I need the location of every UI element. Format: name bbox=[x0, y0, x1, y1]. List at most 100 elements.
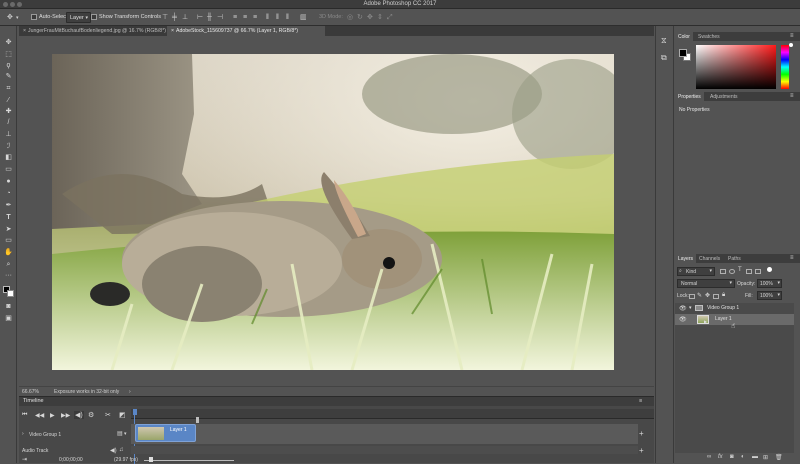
film-icon[interactable]: ▤ bbox=[117, 430, 123, 437]
path-select-tool-icon[interactable]: ➤ bbox=[3, 225, 14, 234]
align-hcenter-icon[interactable]: ╫ bbox=[207, 14, 212, 21]
layer-row-video-group[interactable]: 👁︎ ▾ Video Group 1 bbox=[675, 303, 793, 314]
transition-icon[interactable]: ◩ bbox=[119, 411, 126, 419]
next-frame-icon[interactable]: ▶▶ bbox=[61, 412, 70, 419]
audio-icon[interactable]: ◀) bbox=[74, 411, 84, 419]
foreground-color-chip[interactable] bbox=[679, 49, 687, 57]
add-media-icon[interactable]: + bbox=[639, 429, 644, 438]
visibility-eye-icon[interactable]: 👁︎ bbox=[679, 305, 687, 312]
lock-all-icon[interactable]: 🔒︎ bbox=[722, 292, 725, 299]
auto-align-icon[interactable]: ▥ bbox=[300, 14, 307, 21]
actions-icon[interactable]: ⧉ bbox=[661, 53, 667, 63]
close-icon[interactable]: × bbox=[23, 28, 26, 34]
pen-tool-icon[interactable]: ✒ bbox=[3, 201, 14, 210]
filter-adjustment-icon[interactable] bbox=[729, 269, 735, 274]
timeline-ruler[interactable] bbox=[131, 409, 654, 419]
filter-smart-object-icon[interactable] bbox=[755, 269, 761, 274]
type-tool-icon[interactable]: T bbox=[3, 213, 14, 222]
layer-style-icon[interactable]: fx bbox=[718, 454, 723, 460]
blur-tool-icon[interactable]: ● bbox=[3, 177, 14, 186]
3d-roll-icon[interactable]: ↻ bbox=[357, 14, 363, 21]
blend-mode-dropdown[interactable]: Normal ▾ bbox=[677, 279, 735, 288]
lock-artboard-icon[interactable] bbox=[713, 294, 719, 299]
lasso-tool-icon[interactable]: ϙ bbox=[3, 61, 14, 70]
quick-select-tool-icon[interactable]: ✎ bbox=[3, 72, 14, 81]
music-note-icon[interactable]: ♫ bbox=[119, 447, 124, 453]
panel-menu-icon[interactable]: ≡ bbox=[790, 33, 794, 39]
layer-filter-dropdown[interactable]: ⌕ Kind ▾ bbox=[677, 267, 715, 276]
tab-document-2[interactable]: × AdobeStock_115609737 @ 66.7% (Layer 1, … bbox=[167, 26, 325, 36]
gradient-tool-icon[interactable]: ▭ bbox=[3, 165, 14, 174]
filter-shape-icon[interactable] bbox=[746, 269, 752, 274]
add-mask-icon[interactable]: ◙ bbox=[730, 454, 734, 460]
auto-select-checkbox[interactable] bbox=[31, 14, 37, 20]
show-transform-checkbox[interactable] bbox=[91, 14, 97, 20]
distribute-top-icon[interactable]: ≡ bbox=[233, 14, 237, 21]
tab-swatches[interactable]: Swatches bbox=[695, 32, 723, 41]
lock-pixels-icon[interactable]: ✎ bbox=[697, 292, 702, 299]
3d-slide-icon[interactable]: ⇕ bbox=[377, 14, 383, 21]
lock-transparency-icon[interactable] bbox=[689, 294, 695, 299]
chevron-right-icon[interactable]: › bbox=[129, 389, 131, 395]
tab-channels[interactable]: Channels bbox=[696, 254, 723, 263]
history-brush-tool-icon[interactable]: ℐ bbox=[3, 142, 14, 151]
eraser-tool-icon[interactable]: ◧ bbox=[3, 153, 14, 162]
tab-layers[interactable]: Layers bbox=[675, 254, 697, 263]
new-layer-icon[interactable]: ⊞ bbox=[763, 454, 768, 461]
delete-layer-icon[interactable]: 🗑︎ bbox=[775, 454, 783, 461]
tab-adjustments[interactable]: Adjustments bbox=[707, 92, 741, 101]
volume-icon[interactable]: ◀) bbox=[110, 447, 117, 454]
3d-pan-icon[interactable]: ✥ bbox=[367, 14, 373, 21]
panel-menu-icon[interactable]: ≡ bbox=[639, 398, 642, 404]
auto-select-dropdown[interactable]: Layer ▾ bbox=[66, 12, 91, 23]
document-canvas-image[interactable] bbox=[52, 54, 614, 370]
dodge-tool-icon[interactable]: ◔ bbox=[3, 189, 14, 198]
hue-slider[interactable] bbox=[781, 45, 789, 89]
add-audio-icon[interactable]: + bbox=[639, 446, 644, 455]
background-color-swatch[interactable] bbox=[7, 290, 14, 297]
crop-tool-icon[interactable]: ⌗ bbox=[3, 84, 14, 93]
settings-icon[interactable]: ⚙ bbox=[88, 411, 94, 419]
healing-brush-tool-icon[interactable]: ✚ bbox=[3, 107, 14, 116]
work-area-end-marker[interactable] bbox=[196, 417, 199, 423]
tab-paths[interactable]: Paths bbox=[725, 254, 744, 263]
3d-scale-icon[interactable]: ⤢ bbox=[387, 14, 393, 21]
zoom-slider[interactable] bbox=[144, 460, 234, 461]
tab-properties[interactable]: Properties bbox=[675, 92, 704, 101]
adjustment-layer-icon[interactable]: ◐ bbox=[741, 454, 745, 460]
opacity-field[interactable]: 100% ▾ bbox=[757, 279, 782, 288]
3d-orbit-icon[interactable]: ◎ bbox=[347, 14, 353, 21]
chevron-down-icon[interactable]: ▾ bbox=[124, 431, 127, 437]
zoom-level[interactable]: 66.67% bbox=[22, 389, 39, 395]
align-vcenter-icon[interactable]: ╪ bbox=[172, 14, 177, 21]
chevron-right-icon[interactable]: › bbox=[22, 431, 24, 437]
distribute-left-icon[interactable]: ‖ bbox=[266, 14, 269, 21]
align-left-icon[interactable]: ⊢ bbox=[197, 14, 203, 21]
distribute-vcenter-icon[interactable]: ≡ bbox=[243, 14, 247, 21]
shape-tool-icon[interactable]: ▭ bbox=[3, 236, 14, 245]
zoom-slider-handle[interactable] bbox=[149, 457, 153, 462]
move-tool-icon[interactable]: ✥ bbox=[3, 38, 14, 47]
more-tools-icon[interactable]: ··· bbox=[3, 271, 14, 280]
clone-stamp-tool-icon[interactable]: ⊥ bbox=[3, 130, 14, 139]
go-to-first-frame-icon[interactable]: ⏮ bbox=[22, 412, 27, 419]
play-icon[interactable]: ▶ bbox=[50, 412, 55, 419]
quick-mask-icon[interactable]: ◙ bbox=[3, 302, 14, 311]
align-bottom-icon[interactable]: ⊥ bbox=[182, 14, 188, 21]
filter-type-icon[interactable]: T bbox=[738, 267, 742, 273]
color-spectrum[interactable] bbox=[696, 45, 776, 89]
marquee-tool-icon[interactable]: ⬚ bbox=[3, 50, 14, 59]
new-group-icon[interactable]: ▬ bbox=[752, 454, 758, 460]
fill-field[interactable]: 100% ▾ bbox=[757, 291, 782, 300]
panel-menu-icon[interactable]: ≡ bbox=[790, 255, 794, 261]
visibility-eye-icon[interactable]: 👁︎ bbox=[679, 316, 687, 323]
close-icon[interactable]: × bbox=[171, 28, 174, 34]
link-layers-icon[interactable]: ∞ bbox=[707, 454, 711, 460]
video-clip[interactable]: Layer 1 bbox=[135, 424, 196, 442]
align-right-icon[interactable]: ⊣ bbox=[217, 14, 223, 21]
screen-mode-icon[interactable]: ▣ bbox=[3, 314, 14, 323]
zoom-tool-icon[interactable]: ⌕ bbox=[3, 260, 14, 269]
brush-tool-icon[interactable]: / bbox=[3, 118, 14, 127]
tab-document-1[interactable]: × JungerFrauMitBuchaufBodenliegend.jpg @ … bbox=[19, 26, 167, 36]
chevron-down-icon[interactable]: ▾ bbox=[689, 305, 692, 311]
